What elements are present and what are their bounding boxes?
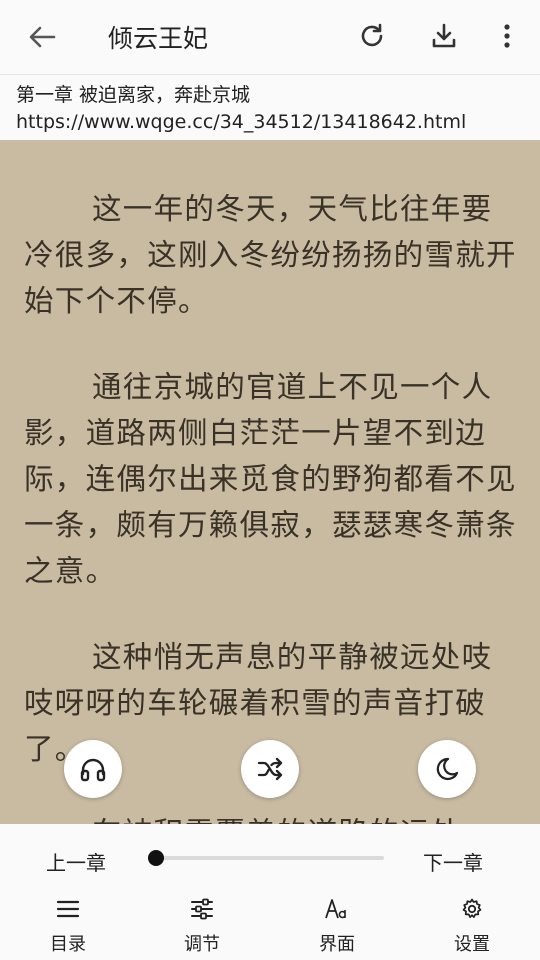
refresh-button[interactable] [352,16,392,56]
slider-thumb[interactable] [148,850,164,866]
back-arrow-icon [29,26,56,48]
tab-label: 界面 [319,934,355,955]
book-title: 倾云王妃 [108,24,209,53]
more-vert-icon [504,24,510,48]
bottom-panel: 上一章 下一章 目录 调节 界面 设置 [0,824,540,960]
tab-label: 目录 [50,934,86,955]
chapter-info: 第一章 被迫离家，奔赴京城 https://www.wqge.cc/34_345… [0,74,540,140]
tab-catalog[interactable]: 目录 [28,894,108,956]
tab-interface[interactable]: 界面 [297,894,377,956]
refresh-icon [361,23,383,47]
source-url[interactable]: https://www.wqge.cc/34_34512/13418642.ht… [16,111,522,133]
font-size-icon [325,899,346,919]
moon-icon [436,757,459,781]
tab-label: 调节 [184,934,220,955]
chapter-title: 第一章 被迫离家，奔赴京城 [16,84,251,106]
paragraph: 通往京城的官道上不见一个人影，道路两侧白茫茫一片望不到边际，连偶尔出来觅食的野狗… [24,370,517,588]
download-button[interactable] [424,16,464,56]
more-button[interactable] [487,16,527,56]
listen-button[interactable] [64,740,122,798]
back-button[interactable] [22,20,62,54]
night-mode-button[interactable] [418,740,476,798]
list-icon [56,900,80,918]
app-bar: 倾云王妃 [0,0,540,74]
tab-label: 设置 [454,934,490,955]
auto-page-button[interactable] [241,740,299,798]
sliders-icon [191,898,213,920]
tab-settings[interactable]: 设置 [432,894,512,956]
tab-adjust[interactable]: 调节 [162,894,242,956]
shuffle-icon [257,757,283,781]
chapter-progress-slider[interactable] [148,850,384,866]
paragraph: 这一年的冬天，天气比往年要冷很多，这刚入冬纷纷扬扬的雪就开始下个不停。 [24,192,517,318]
paragraph: 车被积雪覆盖的道路的远处 [0,810,484,824]
download-icon [432,23,456,48]
reading-area[interactable]: 这一年的冬天，天气比往年要冷很多，这刚入冬纷纷扬扬的雪就开始下个不停。 通往京城… [0,140,540,824]
next-chapter-button[interactable]: 下一章 [423,847,483,876]
gear-icon [462,898,482,918]
prev-chapter-button[interactable]: 上一章 [46,847,106,876]
headphones-icon [80,758,106,782]
